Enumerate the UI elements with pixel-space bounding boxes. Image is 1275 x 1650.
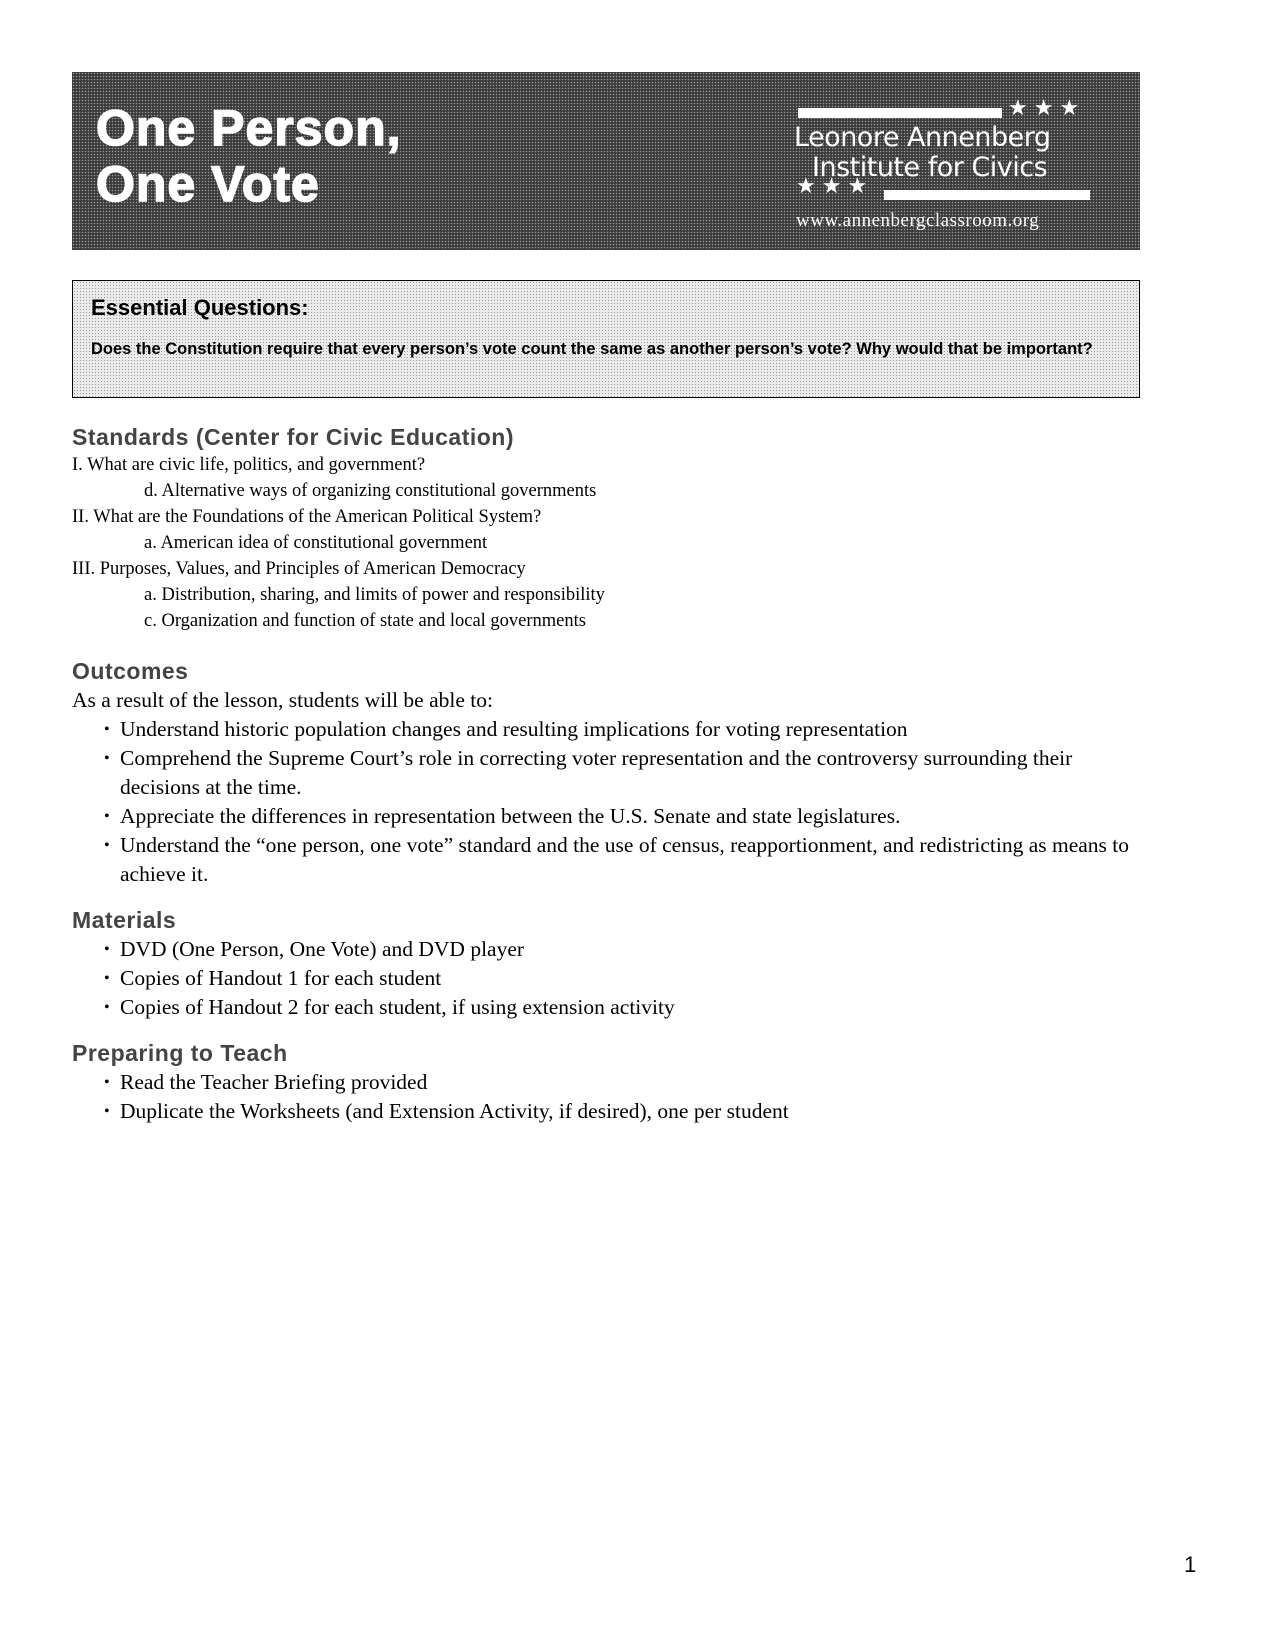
stars-icon: ★★★: [796, 174, 874, 199]
standards-list: I. What are civic life, politics, and go…: [72, 452, 1142, 634]
material-item: DVD (One Person, One Vote) and DVD playe…: [104, 935, 1142, 964]
outcomes-intro: As a result of the lesson, students will…: [72, 688, 493, 712]
logo-name-line-1: Leonore Annenberg: [794, 122, 1051, 153]
standard-item: II. What are the Foundations of the Amer…: [72, 507, 542, 527]
standard-item: I. What are civic life, politics, and go…: [72, 455, 426, 475]
standards-heading: Standards (Center for Civic Education): [72, 424, 515, 450]
outcome-item: Understand historic population changes a…: [104, 715, 1142, 744]
outcome-item: Understand the “one person, one vote” st…: [104, 831, 1142, 889]
material-item: Copies of Handout 1 for each student: [104, 964, 1142, 993]
materials-list: DVD (One Person, One Vote) and DVD playe…: [72, 935, 1142, 1022]
outcomes-heading: Outcomes: [72, 658, 189, 684]
standard-subitem: d. Alternative ways of organizing consti…: [144, 481, 597, 501]
lesson-content: Standards (Center for Civic Education) I…: [72, 422, 1142, 1126]
preparing-item: Duplicate the Worksheets (and Extension …: [104, 1097, 1142, 1126]
title-banner: One Person, One Vote ★★★ Leonore Annenbe…: [72, 72, 1140, 250]
document-title: One Person, One Vote: [95, 99, 402, 213]
outcome-item: Appreciate the differences in representa…: [104, 802, 1142, 831]
outcome-item: Comprehend the Supreme Court’s role in c…: [104, 744, 1142, 802]
page-number: 1: [1184, 1552, 1197, 1577]
essential-questions-title: Essential Questions:: [91, 295, 309, 320]
essential-questions-text: Does the Constitution require that every…: [91, 340, 1093, 358]
essential-questions-box: Essential Questions: Does the Constituti…: [72, 280, 1140, 398]
website-url: www.annenbergclassroom.org: [796, 210, 1040, 231]
standard-subitem: c. Organization and function of state an…: [144, 611, 586, 631]
preparing-item: Read the Teacher Briefing provided: [104, 1068, 1142, 1097]
logo-stripe-bottom: [884, 190, 1090, 200]
title-line-1: One Person,: [95, 99, 402, 157]
materials-heading: Materials: [72, 907, 177, 933]
title-line-2: One Vote: [95, 155, 320, 213]
standard-subitem: a. American idea of constitutional gover…: [144, 533, 488, 553]
preparing-heading: Preparing to Teach: [72, 1040, 288, 1066]
standard-subitem: a. Distribution, sharing, and limits of …: [144, 585, 605, 605]
logo-stripe-top: [798, 108, 1002, 118]
institute-logo: ★★★ Leonore Annenberg Institute for Civi…: [794, 94, 1090, 244]
material-item: Copies of Handout 2 for each student, if…: [104, 993, 1142, 1022]
standard-item: III. Purposes, Values, and Principles of…: [72, 559, 526, 579]
stars-icon: ★★★: [1008, 96, 1086, 121]
outcomes-list: Understand historic population changes a…: [72, 715, 1142, 889]
preparing-list: Read the Teacher Briefing provided Dupli…: [72, 1068, 1142, 1126]
